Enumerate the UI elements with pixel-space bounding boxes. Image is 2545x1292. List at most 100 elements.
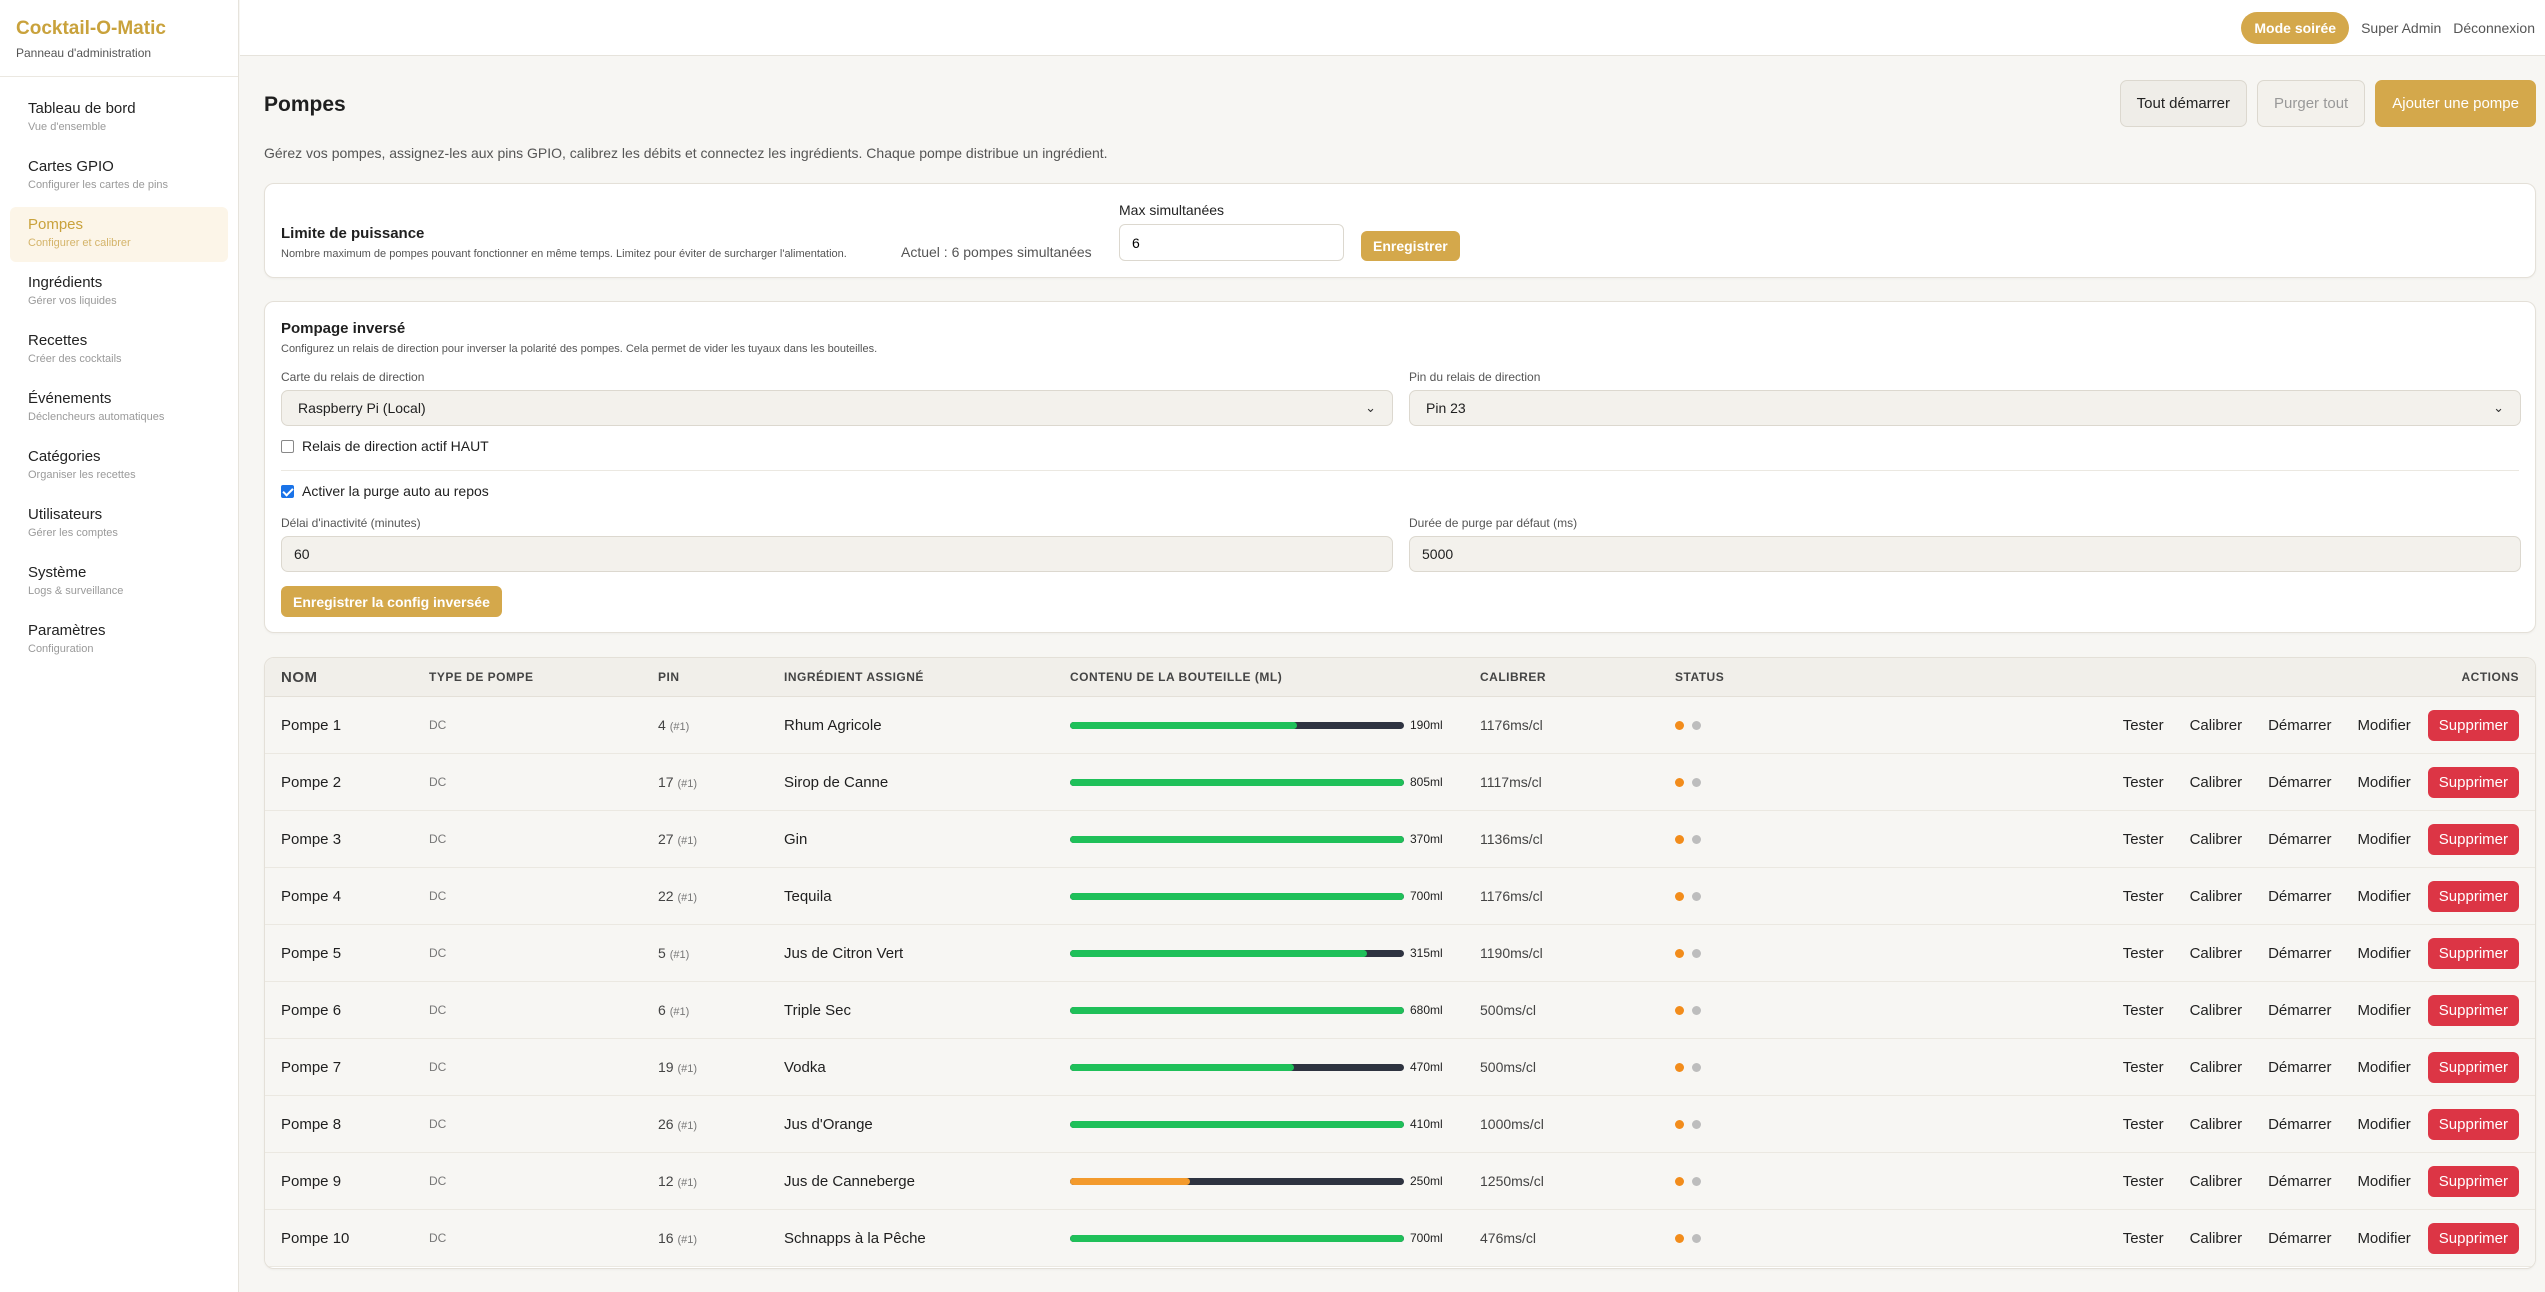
- test-button[interactable]: Tester: [2123, 1002, 2164, 1019]
- delete-button[interactable]: Supprimer: [2427, 937, 2519, 969]
- start-button[interactable]: Démarrer: [2268, 888, 2331, 905]
- calibrate-button[interactable]: Calibrer: [2190, 1059, 2243, 1076]
- edit-button[interactable]: Modifier: [2357, 1059, 2410, 1076]
- delete-button[interactable]: Supprimer: [2427, 1108, 2519, 1140]
- calibrate-button[interactable]: Calibrer: [2190, 1230, 2243, 1247]
- bottle-content: 370ml: [1070, 832, 1480, 846]
- add-pump-button[interactable]: Ajouter une pompe: [2375, 80, 2536, 127]
- bottle-content: 410ml: [1070, 1117, 1480, 1131]
- header-ingredient: INGRÉDIENT ASSIGNÉ: [784, 670, 924, 684]
- bottle-bar-fill: [1070, 1120, 1404, 1128]
- edit-button[interactable]: Modifier: [2357, 1002, 2410, 1019]
- test-button[interactable]: Tester: [2123, 717, 2164, 734]
- auto-purge-checkbox-row[interactable]: Activer la purge auto au repos: [281, 483, 489, 499]
- pump-status: [1675, 891, 1825, 901]
- sidebar-item-5[interactable]: Événements Déclencheurs automatiques: [10, 381, 228, 436]
- start-button[interactable]: Démarrer: [2268, 774, 2331, 791]
- edit-button[interactable]: Modifier: [2357, 1230, 2410, 1247]
- test-button[interactable]: Tester: [2123, 831, 2164, 848]
- pump-calibration: 500ms/cl: [1480, 1059, 1537, 1075]
- edit-button[interactable]: Modifier: [2357, 1116, 2410, 1133]
- delete-button[interactable]: Supprimer: [2427, 1165, 2519, 1197]
- test-button[interactable]: Tester: [2123, 1230, 2164, 1247]
- delete-button[interactable]: Supprimer: [2427, 1051, 2519, 1083]
- start-button[interactable]: Démarrer: [2268, 945, 2331, 962]
- sidebar-item-9[interactable]: Paramètres Configuration: [10, 613, 228, 668]
- calibrate-button[interactable]: Calibrer: [2190, 1002, 2243, 1019]
- reverse-save-button[interactable]: Enregistrer la config inversée: [281, 586, 502, 617]
- calibrate-button[interactable]: Calibrer: [2190, 774, 2243, 791]
- board-select[interactable]: Raspberry Pi (Local) ⌄: [281, 390, 1393, 426]
- bottle-ml: 700ml: [1410, 889, 1443, 903]
- sidebar-item-label: Ingrédients: [28, 274, 103, 291]
- start-button[interactable]: Démarrer: [2268, 1230, 2331, 1247]
- edit-button[interactable]: Modifier: [2357, 774, 2410, 791]
- start-button[interactable]: Démarrer: [2268, 1059, 2331, 1076]
- sidebar-item-4[interactable]: Recettes Créer des cocktails: [10, 323, 228, 378]
- pump-status: [1675, 720, 1825, 730]
- sidebar-item-1[interactable]: Cartes GPIO Configurer les cartes de pins: [10, 149, 228, 204]
- power-save-button[interactable]: Enregistrer: [1361, 231, 1460, 261]
- status-dot-idle: [1692, 948, 1701, 958]
- start-button[interactable]: Démarrer: [2268, 1173, 2331, 1190]
- calibrate-button[interactable]: Calibrer: [2190, 945, 2243, 962]
- purge-duration-input[interactable]: 5000: [1409, 536, 2521, 572]
- test-button[interactable]: Tester: [2123, 1173, 2164, 1190]
- row-actions: Tester Calibrer Démarrer Modifier Supprimer: [1825, 1165, 2535, 1197]
- status-dot-idle: [1692, 777, 1701, 787]
- edit-button[interactable]: Modifier: [2357, 1173, 2410, 1190]
- pin-number: 22: [658, 888, 674, 904]
- calibrate-button[interactable]: Calibrer: [2190, 1173, 2243, 1190]
- sidebar-item-7[interactable]: Utilisateurs Gérer les comptes: [10, 497, 228, 552]
- max-simultaneous-input[interactable]: [1119, 224, 1344, 261]
- calibrate-button[interactable]: Calibrer: [2190, 717, 2243, 734]
- test-button[interactable]: Tester: [2123, 1059, 2164, 1076]
- header-type: TYPE DE POMPE: [429, 670, 534, 684]
- active-high-checkbox[interactable]: [281, 439, 294, 453]
- pump-ingredient: Jus d'Orange: [784, 1115, 873, 1133]
- test-button[interactable]: Tester: [2123, 945, 2164, 962]
- start-button[interactable]: Démarrer: [2268, 1116, 2331, 1133]
- delete-button[interactable]: Supprimer: [2427, 823, 2519, 855]
- sidebar-item-0[interactable]: Tableau de bord Vue d'ensemble: [10, 91, 228, 146]
- start-button[interactable]: Démarrer: [2268, 1002, 2331, 1019]
- pump-ingredient: Schnapps à la Pêche: [784, 1229, 926, 1247]
- bottle-content: 250ml: [1070, 1174, 1480, 1188]
- sidebar-item-8[interactable]: Système Logs & surveillance: [10, 555, 228, 610]
- bottle-content: 470ml: [1070, 1060, 1480, 1074]
- purge-all-button[interactable]: Purger tout: [2257, 80, 2366, 127]
- start-button[interactable]: Démarrer: [2268, 717, 2331, 734]
- active-high-checkbox-row[interactable]: Relais de direction actif HAUT: [281, 438, 489, 454]
- logout-link[interactable]: Déconnexion: [2453, 20, 2535, 36]
- bottle-ml: 370ml: [1410, 832, 1443, 846]
- calibrate-button[interactable]: Calibrer: [2190, 831, 2243, 848]
- sidebar-item-3[interactable]: Ingrédients Gérer vos liquides: [10, 265, 228, 320]
- test-button[interactable]: Tester: [2123, 888, 2164, 905]
- edit-button[interactable]: Modifier: [2357, 888, 2410, 905]
- test-button[interactable]: Tester: [2123, 774, 2164, 791]
- edit-button[interactable]: Modifier: [2357, 831, 2410, 848]
- edit-button[interactable]: Modifier: [2357, 717, 2410, 734]
- start-button[interactable]: Démarrer: [2268, 831, 2331, 848]
- delete-button[interactable]: Supprimer: [2427, 766, 2519, 798]
- user-name[interactable]: Super Admin: [2361, 20, 2441, 36]
- sidebar-item-2[interactable]: Pompes Configurer et calibrer: [10, 207, 228, 262]
- delete-button[interactable]: Supprimer: [2427, 994, 2519, 1026]
- start-all-button[interactable]: Tout démarrer: [2119, 80, 2248, 127]
- party-mode-button[interactable]: Mode soirée: [2241, 11, 2350, 44]
- edit-button[interactable]: Modifier: [2357, 945, 2410, 962]
- idle-delay-label: Délai d'inactivité (minutes): [281, 516, 421, 530]
- auto-purge-checkbox[interactable]: [281, 484, 294, 498]
- bottle-bar-fill: [1070, 1177, 1191, 1185]
- sidebar-item-6[interactable]: Catégories Organiser les recettes: [10, 439, 228, 494]
- bottle-bar: [1070, 835, 1404, 843]
- delete-button[interactable]: Supprimer: [2427, 880, 2519, 912]
- calibrate-button[interactable]: Calibrer: [2190, 1116, 2243, 1133]
- test-button[interactable]: Tester: [2123, 1116, 2164, 1133]
- delete-button[interactable]: Supprimer: [2427, 709, 2519, 741]
- bottle-ml: 700ml: [1410, 1231, 1443, 1245]
- delete-button[interactable]: Supprimer: [2427, 1222, 2519, 1254]
- pin-select[interactable]: Pin 23 ⌄: [1409, 390, 2521, 426]
- idle-delay-input[interactable]: 60: [281, 536, 1393, 572]
- calibrate-button[interactable]: Calibrer: [2190, 888, 2243, 905]
